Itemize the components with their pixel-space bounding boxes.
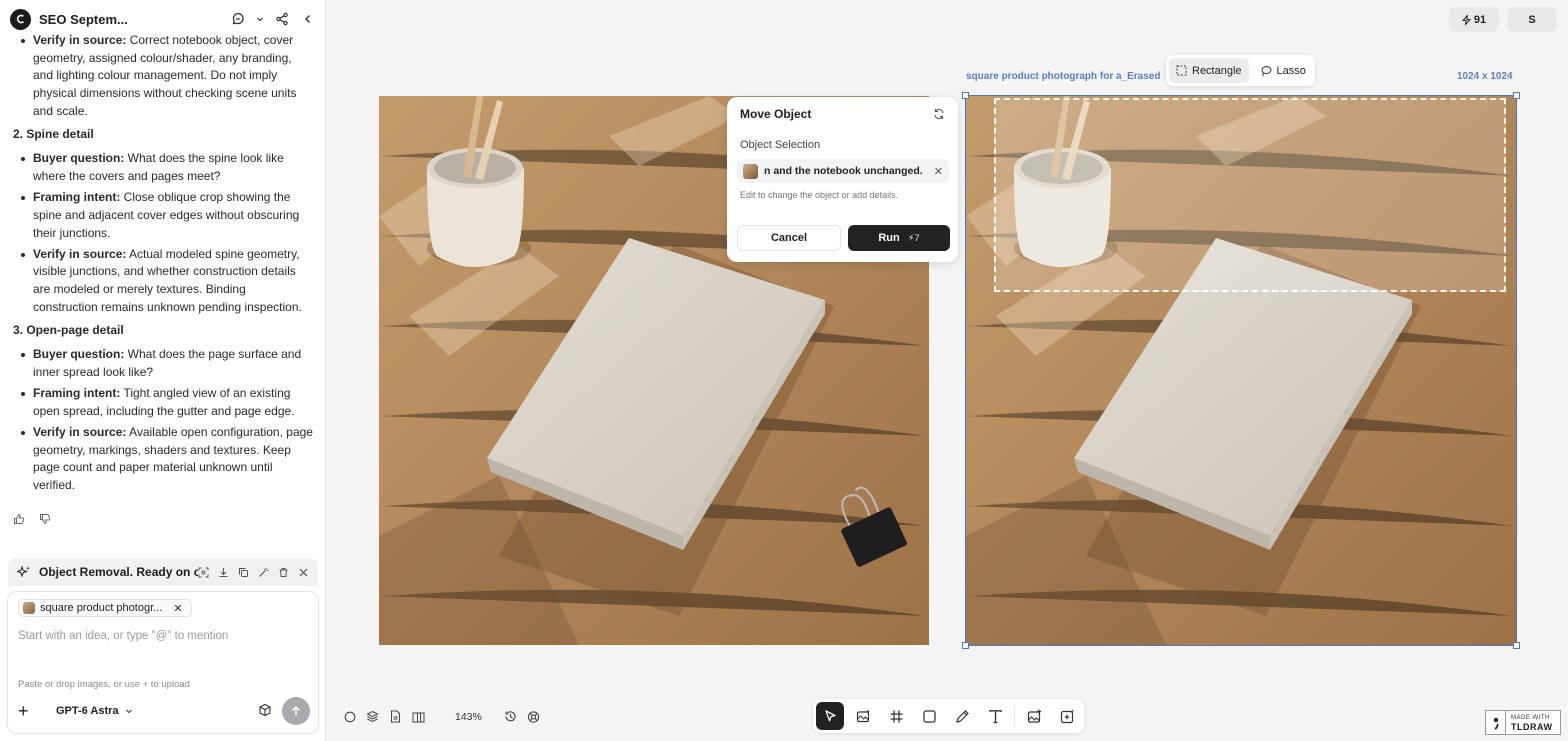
section-heading: 2. Spine detail [13, 126, 94, 141]
download-icon[interactable] [218, 567, 229, 578]
frame-tool-button[interactable] [882, 702, 910, 730]
lasso-mode-button[interactable]: Lasso [1253, 58, 1313, 83]
document-icon[interactable] [389, 710, 402, 723]
list-item: Verify in source: Correct notebook objec… [21, 32, 313, 121]
zoom-level[interactable]: 143% [455, 711, 482, 723]
add-icon[interactable]: + [18, 701, 38, 722]
resize-handle-tl[interactable] [962, 92, 969, 99]
layers-icon[interactable] [366, 710, 379, 723]
arrow-up-icon [292, 706, 300, 715]
prompt-input[interactable]: Start with an idea, or type "@" to menti… [18, 630, 228, 642]
feedback-row [13, 513, 51, 528]
magic-wand-icon[interactable] [258, 567, 269, 578]
drawing-toolbar [813, 699, 1084, 733]
cursor-icon [824, 709, 836, 721]
list-item: Buyer question: What does the spine look… [21, 150, 313, 185]
run-button[interactable]: Run ⚡7 [848, 225, 950, 251]
app-logo-icon[interactable] [10, 8, 31, 30]
object-thumbnail [743, 163, 758, 179]
selection-help-text: Edit to change the object or add details… [740, 190, 899, 200]
focus-icon[interactable] [198, 567, 209, 578]
chat-composer[interactable]: square product photogr... ✕ Start with a… [7, 591, 319, 734]
attachment-thumbnail [23, 602, 35, 614]
toolbar-divider [1014, 706, 1015, 726]
pencil-tool-button[interactable] [948, 702, 976, 730]
lasso-icon [1261, 65, 1272, 76]
object-selection-field[interactable]: n and the notebook unchanged. ✕ [737, 159, 949, 183]
tldraw-watermark[interactable]: MADE WITH TLDRAW [1485, 710, 1561, 735]
pencil-icon [955, 709, 969, 723]
chat-bubble-icon[interactable] [230, 11, 246, 27]
rectangle-mode-button[interactable]: Rectangle [1169, 58, 1249, 83]
chevron-down-icon [125, 709, 132, 714]
image-generate-tool-button[interactable] [849, 702, 877, 730]
text-tool-button[interactable] [981, 702, 1009, 730]
trash-icon[interactable] [278, 567, 289, 578]
list-item: Buyer question: What does the page surfa… [21, 346, 313, 381]
panel-title: Move Object [740, 107, 812, 121]
image-plus-icon [1027, 709, 1041, 723]
object-selection-label: Object Selection [740, 139, 821, 151]
attachment-chip[interactable]: square product photogr... ✕ [18, 599, 192, 617]
square-icon [922, 709, 936, 723]
project-title[interactable]: SEO Septem... [39, 12, 230, 27]
share-icon[interactable] [274, 11, 290, 27]
canvas-controls: 143% [343, 710, 540, 723]
lightning-icon [1461, 14, 1471, 25]
text-icon [988, 709, 1002, 723]
copy-icon[interactable] [238, 567, 249, 578]
close-icon[interactable] [298, 567, 309, 578]
tldraw-logo-icon [1486, 711, 1506, 734]
clear-selection-icon[interactable]: ✕ [934, 165, 943, 178]
resize-handle-bl[interactable] [962, 642, 969, 649]
list-item: Verify in source: Actual modeled spine g… [21, 246, 313, 317]
thumbs-up-icon[interactable] [13, 513, 25, 528]
sparkles-icon [15, 565, 31, 579]
selection-mode-toggle: Rectangle Lasso [1166, 55, 1315, 86]
help-icon[interactable] [527, 710, 540, 723]
move-object-panel: Move Object Object Selection n and the n… [727, 97, 958, 262]
select-tool-button[interactable] [816, 702, 844, 730]
cube-icon[interactable] [258, 703, 272, 720]
list-item: Verify in source: Available open configu… [21, 424, 313, 495]
ai-sparkle-icon [1060, 709, 1074, 723]
run-cost: ⚡7 [907, 232, 920, 244]
refresh-icon[interactable] [933, 108, 945, 120]
rectangle-tool-button[interactable] [915, 702, 943, 730]
send-button[interactable] [282, 697, 310, 725]
history-icon[interactable] [504, 710, 517, 723]
hash-frame-icon [890, 710, 902, 722]
dashed-rectangle-icon [1176, 65, 1187, 76]
rectangle-selection[interactable] [994, 98, 1506, 292]
image-edit-tool-button[interactable] [1020, 702, 1048, 730]
ai-tool-button[interactable] [1053, 702, 1081, 730]
section-heading: 3. Open-page detail [13, 322, 124, 337]
resize-handle-tr[interactable] [1513, 92, 1520, 99]
circle-icon[interactable] [343, 710, 356, 723]
chevron-down-icon[interactable] [256, 11, 264, 27]
upload-hint: Paste or drop images, or use + to upload [18, 679, 190, 690]
remove-attachment-icon[interactable]: ✕ [173, 602, 182, 615]
task-title: Object Removal. Ready on c... [39, 565, 198, 579]
image-sparkle-icon [856, 709, 870, 722]
image-name-label: square product photograph for a_Erased [966, 71, 1161, 82]
collapse-sidebar-icon[interactable] [300, 11, 316, 27]
credits-badge[interactable]: 91 [1449, 7, 1499, 32]
list-item: Framing intent: Close oblique crop showi… [21, 189, 313, 242]
cancel-button[interactable]: Cancel [737, 225, 841, 251]
thumbs-down-icon[interactable] [39, 513, 51, 528]
task-status-bar: Object Removal. Ready on c... [8, 558, 318, 586]
image-size-label: 1024 x 1024 [1457, 71, 1513, 82]
chat-message: Verify in source: Correct notebook objec… [0, 32, 326, 498]
book-icon[interactable] [412, 710, 425, 723]
chat-sidebar: SEO Septem... Verify in source: Correct … [0, 0, 326, 741]
user-avatar[interactable]: S [1507, 7, 1557, 32]
list-item: Framing intent: Tight angled view of an … [21, 385, 313, 420]
resize-handle-br[interactable] [1513, 642, 1520, 649]
model-selector[interactable]: GPT-6 Astra [56, 705, 133, 717]
